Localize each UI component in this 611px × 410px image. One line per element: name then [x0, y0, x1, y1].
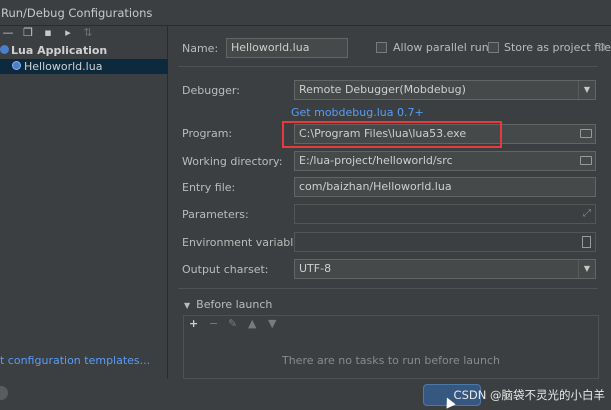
name-label: Name:	[182, 42, 219, 55]
help-button[interactable]	[0, 386, 8, 400]
store-as-project-checkbox[interactable]	[488, 42, 499, 53]
save-icon[interactable]: ▪	[42, 27, 54, 39]
folder-move-icon[interactable]: ▸	[62, 27, 74, 39]
edit-task-icon[interactable]: ✎	[228, 317, 237, 331]
chevron-down-icon: ▼	[578, 81, 595, 99]
csdn-watermark: CSDN @脑袋不灵光的小白羊	[453, 388, 605, 402]
get-mobdebug-link[interactable]: Get mobdebug.lua 0.7+	[291, 106, 424, 119]
debugger-value: Remote Debugger(Mobdebug)	[299, 83, 466, 96]
store-as-project-label[interactable]: Store as project file	[504, 41, 611, 54]
entry-file-label: Entry file:	[182, 181, 236, 194]
expand-icon[interactable]: ⤢	[583, 208, 591, 220]
remove-task-icon[interactable]: −	[209, 317, 218, 331]
sort-icon[interactable]: ⇅	[82, 27, 94, 39]
collapse-arrow-icon: ▼	[184, 301, 191, 310]
separator	[178, 66, 598, 67]
before-launch-header[interactable]: ▼ Before launch	[184, 298, 272, 311]
lua-icon	[0, 45, 9, 54]
folder-icon[interactable]	[580, 129, 592, 138]
window-title: Run/Debug Configurations	[1, 6, 153, 20]
before-launch-toolbar: + − ✎ ▲ ▼	[184, 316, 598, 333]
environment-variables-label: Environment variables:	[182, 236, 310, 249]
copy-icon[interactable]: ❐	[22, 27, 34, 39]
separator	[178, 288, 598, 289]
entry-file-input[interactable]: com/baizhan/Helloworld.lua	[294, 177, 596, 197]
parameters-input[interactable]: ⤢	[294, 204, 596, 224]
move-down-icon[interactable]: ▼	[268, 317, 276, 331]
program-highlight-box	[282, 121, 502, 148]
dialog-footer: CSDN @脑袋不灵光的小白羊	[0, 379, 611, 410]
parameters-label: Parameters:	[182, 208, 249, 221]
gear-icon[interactable]: ⚙	[597, 41, 607, 54]
program-label: Program:	[182, 127, 233, 140]
title-bar: Run/Debug Configurations	[0, 0, 611, 26]
name-input[interactable]: Helloworld.lua	[226, 38, 348, 58]
before-launch-empty-text: There are no tasks to run before launch	[281, 354, 501, 367]
tree-item-label: Helloworld.lua	[24, 60, 103, 73]
environment-variables-input[interactable]	[294, 232, 596, 252]
before-launch-title: Before launch	[196, 298, 273, 311]
edit-configuration-templates-link[interactable]: t configuration templates...	[0, 354, 150, 367]
tree-group-label: Lua Application	[11, 44, 108, 57]
working-directory-input[interactable]: E:/lua-project/helloworld/src	[294, 151, 596, 171]
chevron-down-icon: ▼	[578, 260, 595, 278]
minus-icon[interactable]: —	[2, 27, 14, 39]
lua-file-icon	[12, 61, 21, 70]
folder-icon[interactable]	[580, 156, 592, 165]
output-charset-select[interactable]: UTF-8 ▼	[294, 259, 596, 279]
debugger-select[interactable]: Remote Debugger(Mobdebug) ▼	[294, 80, 596, 100]
debugger-label: Debugger:	[182, 84, 240, 97]
before-launch-panel: + − ✎ ▲ ▼ There are no tasks to run befo…	[183, 315, 599, 379]
output-charset-label: Output charset:	[182, 263, 269, 276]
tree-toolbar: — ❐ ▪ ▸ ⇅	[0, 26, 168, 42]
tree-item-helloworld[interactable]: Helloworld.lua	[0, 59, 168, 74]
document-icon[interactable]	[582, 236, 591, 248]
move-up-icon[interactable]: ▲	[248, 317, 256, 331]
configurations-tree-panel: — ❐ ▪ ▸ ⇅ Lua Application Helloworld.lua…	[0, 26, 168, 379]
tree-group-lua-application[interactable]: Lua Application	[0, 43, 168, 58]
allow-parallel-label[interactable]: Allow parallel run	[393, 41, 489, 54]
allow-parallel-checkbox[interactable]	[376, 42, 387, 53]
add-task-icon[interactable]: +	[189, 317, 198, 331]
working-directory-label: Working directory:	[182, 155, 283, 168]
working-directory-value: E:/lua-project/helloworld/src	[299, 154, 453, 167]
output-charset-value: UTF-8	[299, 262, 332, 275]
